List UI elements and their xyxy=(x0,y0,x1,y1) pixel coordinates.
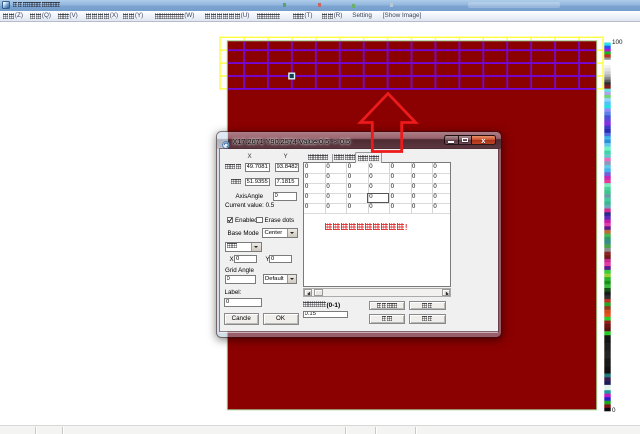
svg-text:100: 100 xyxy=(612,39,623,46)
svg-text:0: 0 xyxy=(612,407,616,414)
